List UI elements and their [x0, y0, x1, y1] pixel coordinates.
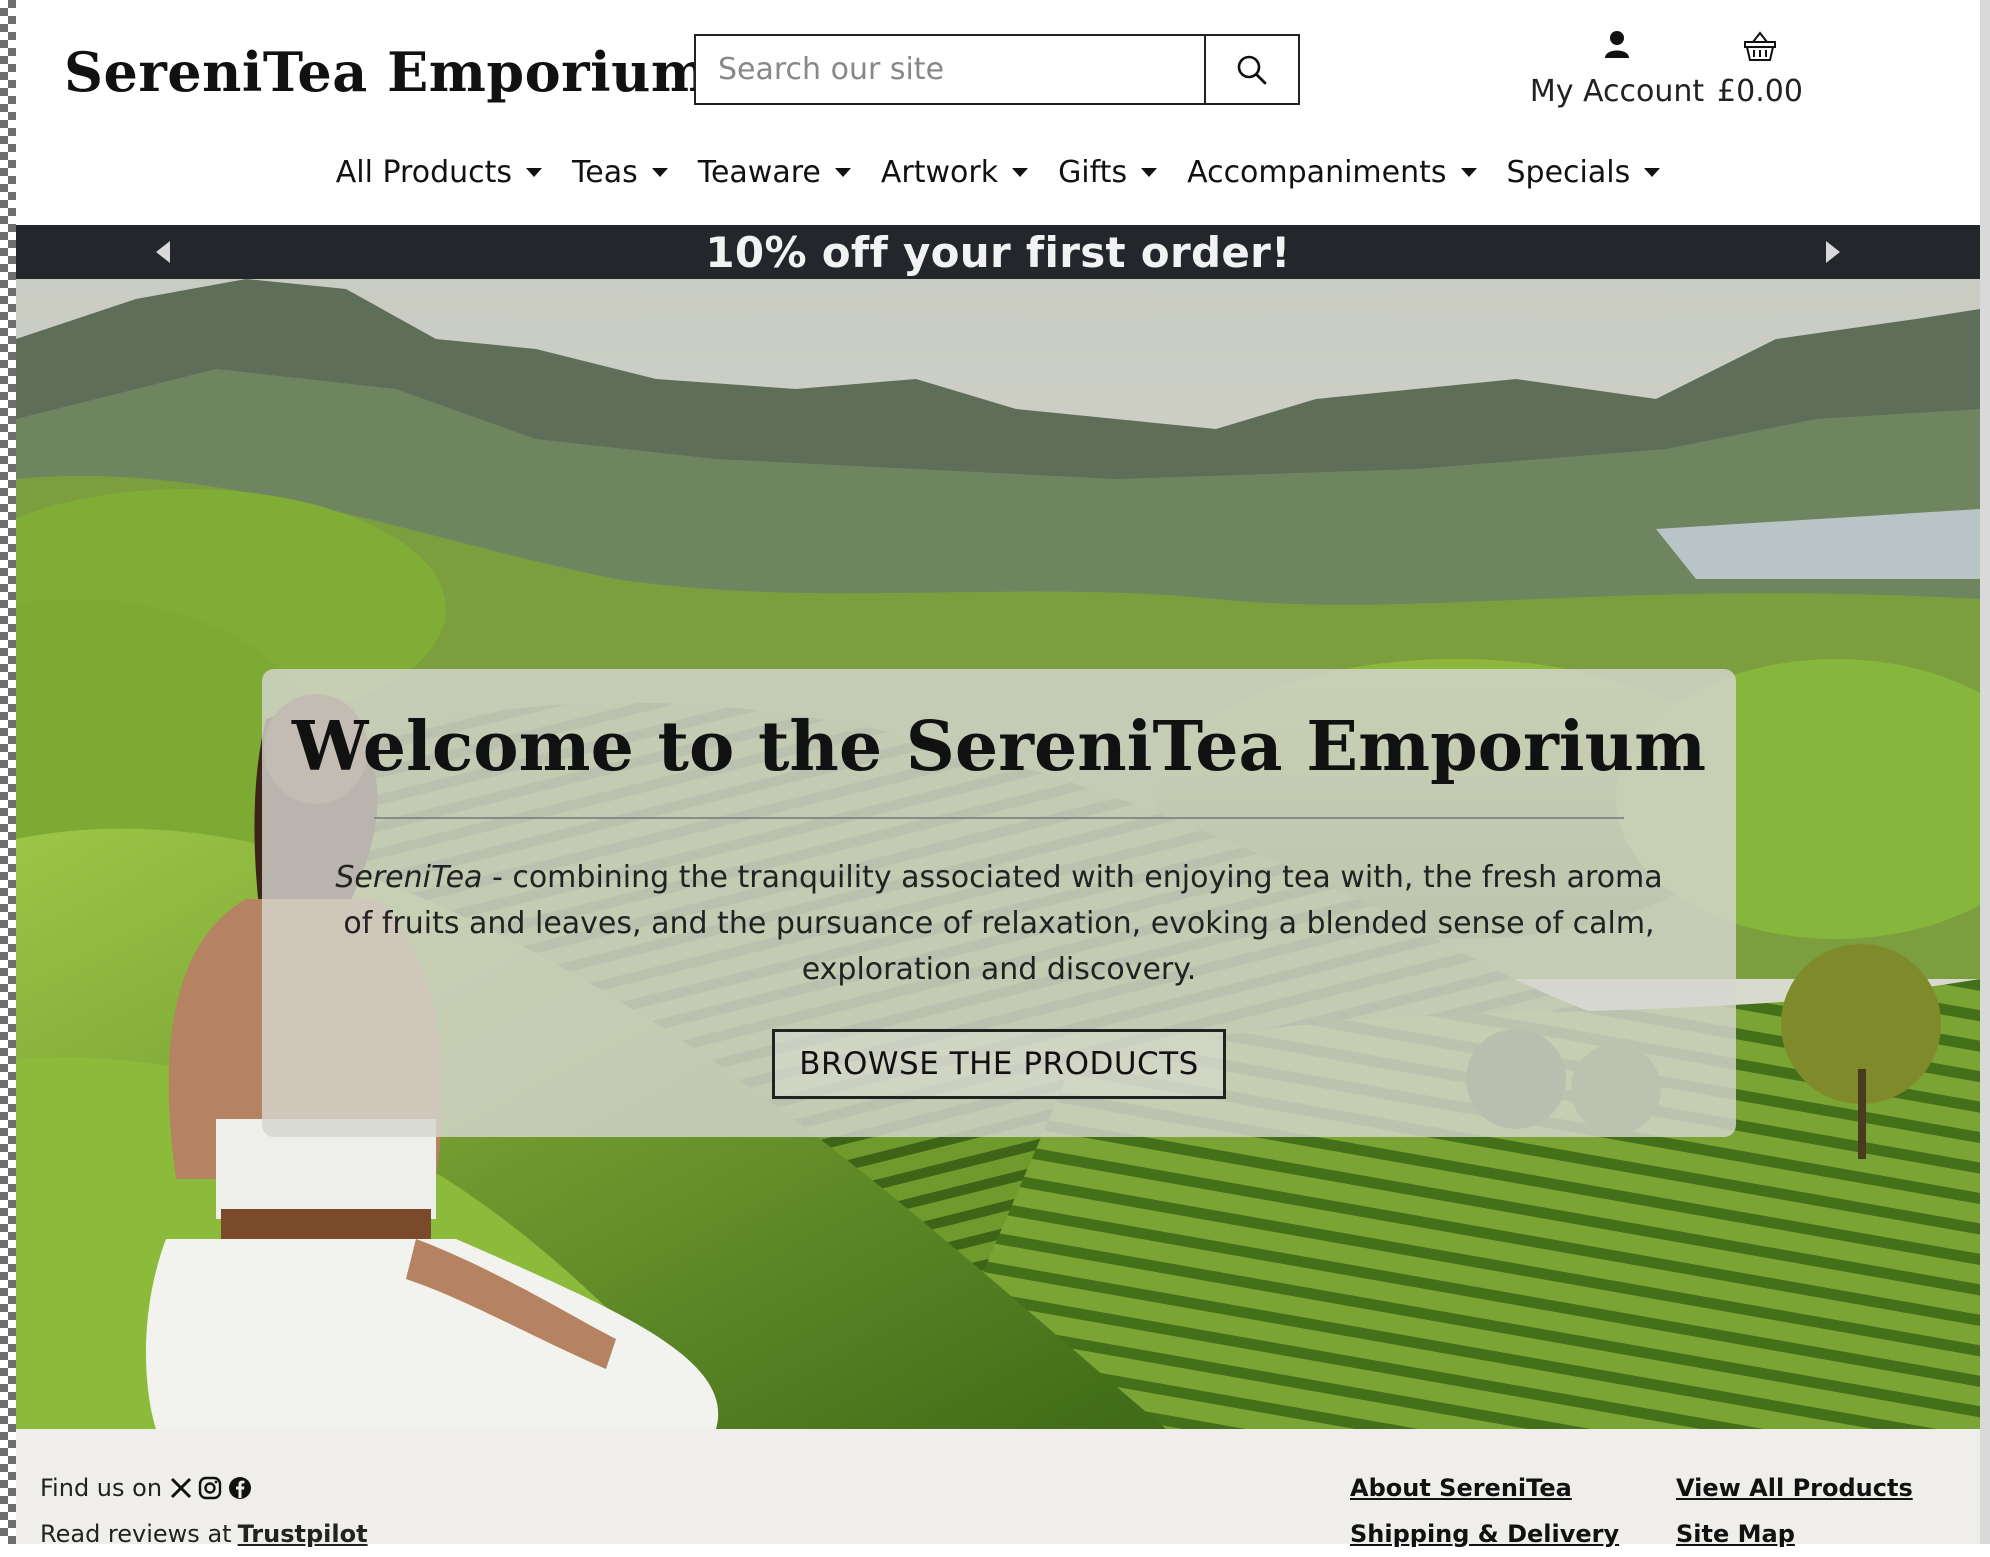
browse-products-button[interactable]: BROWSE THE PRODUCTS	[772, 1029, 1226, 1099]
main-nav: All Products Teas Teaware Artwork Gifts …	[16, 148, 1980, 196]
basket-total: £0.00	[1717, 74, 1803, 109]
instagram-icon[interactable]	[198, 1476, 222, 1500]
nav-label: Artwork	[880, 154, 999, 190]
basket-icon	[1744, 31, 1776, 61]
promo-text: 10% off your first order!	[705, 227, 1291, 277]
nav-gifts[interactable]: Gifts	[1058, 148, 1158, 196]
search-input[interactable]	[696, 36, 1204, 103]
promo-banner: 10% off your first order!	[16, 225, 1980, 279]
caret-down-icon	[834, 167, 851, 177]
basket-link[interactable]: £0.00	[1712, 30, 1808, 109]
nav-artwork[interactable]: Artwork	[880, 148, 1029, 196]
caret-down-icon	[1460, 167, 1477, 177]
nav-teas[interactable]: Teas	[572, 148, 668, 196]
search-icon	[1237, 55, 1267, 84]
caret-down-icon	[1644, 167, 1661, 177]
nav-accompaniments[interactable]: Accompaniments	[1187, 148, 1477, 196]
site-logo[interactable]: SereniTea Emporium	[64, 40, 709, 104]
nav-label: Teas	[572, 154, 638, 190]
nav-label: Gifts	[1058, 154, 1128, 190]
x-icon[interactable]	[170, 1477, 192, 1499]
my-account-link[interactable]: My Account	[1514, 30, 1720, 109]
my-account-label: My Account	[1529, 74, 1705, 109]
welcome-panel: Welcome to the SereniTea Emporium Sereni…	[262, 669, 1736, 1137]
site-footer: Find us on Read reviews at Trustpilot Ab…	[16, 1429, 1980, 1548]
nav-teaware[interactable]: Teaware	[698, 148, 851, 196]
view-all-products-link[interactable]: View All Products	[1676, 1465, 1913, 1511]
about-link[interactable]: About SereniTea	[1350, 1465, 1619, 1511]
nav-label: All Products	[335, 154, 513, 190]
caret-down-icon	[526, 167, 543, 177]
footer-social: Find us on Read reviews at Trustpilot	[40, 1465, 368, 1557]
page: SereniTea Emporium My Account	[16, 0, 1980, 1548]
shipping-link[interactable]: Shipping & Delivery	[1350, 1511, 1619, 1557]
caret-down-icon	[1012, 167, 1029, 177]
nav-label: Specials	[1506, 154, 1631, 190]
window-edge	[1980, 0, 1990, 1544]
site-header: SereniTea Emporium My Account	[16, 0, 1980, 225]
hero-title: Welcome to the SereniTea Emporium	[291, 707, 1707, 787]
facebook-icon[interactable]	[228, 1476, 252, 1500]
caret-down-icon	[651, 167, 668, 177]
search-button[interactable]	[1204, 36, 1298, 103]
nav-label: Teaware	[697, 154, 821, 190]
site-map-link[interactable]: Site Map	[1676, 1511, 1913, 1557]
hero-section: Welcome to the SereniTea Emporium Sereni…	[16, 279, 1980, 1429]
user-icon	[1605, 31, 1629, 58]
next-arrow-icon[interactable]	[1826, 241, 1840, 263]
hero-intro-brand: SereniTea	[335, 860, 483, 895]
prev-arrow-icon[interactable]	[156, 241, 170, 263]
search-bar	[694, 34, 1300, 105]
hero-intro-text: - combining the tranquility associated w…	[343, 860, 1663, 987]
nav-label: Accompaniments	[1187, 154, 1447, 190]
footer-links-col2: View All Products Site Map	[1676, 1465, 1913, 1557]
transparency-strip	[0, 0, 16, 1544]
hero-divider	[374, 817, 1624, 819]
footer-links-col1: About SereniTea Shipping & Delivery	[1350, 1465, 1619, 1557]
nav-specials[interactable]: Specials	[1507, 148, 1661, 196]
caret-down-icon	[1141, 167, 1158, 177]
find-us-label: Find us on	[40, 1474, 163, 1502]
nav-all-products[interactable]: All Products	[335, 148, 543, 196]
hero-intro: SereniTea - combining the tranquility as…	[332, 855, 1666, 993]
